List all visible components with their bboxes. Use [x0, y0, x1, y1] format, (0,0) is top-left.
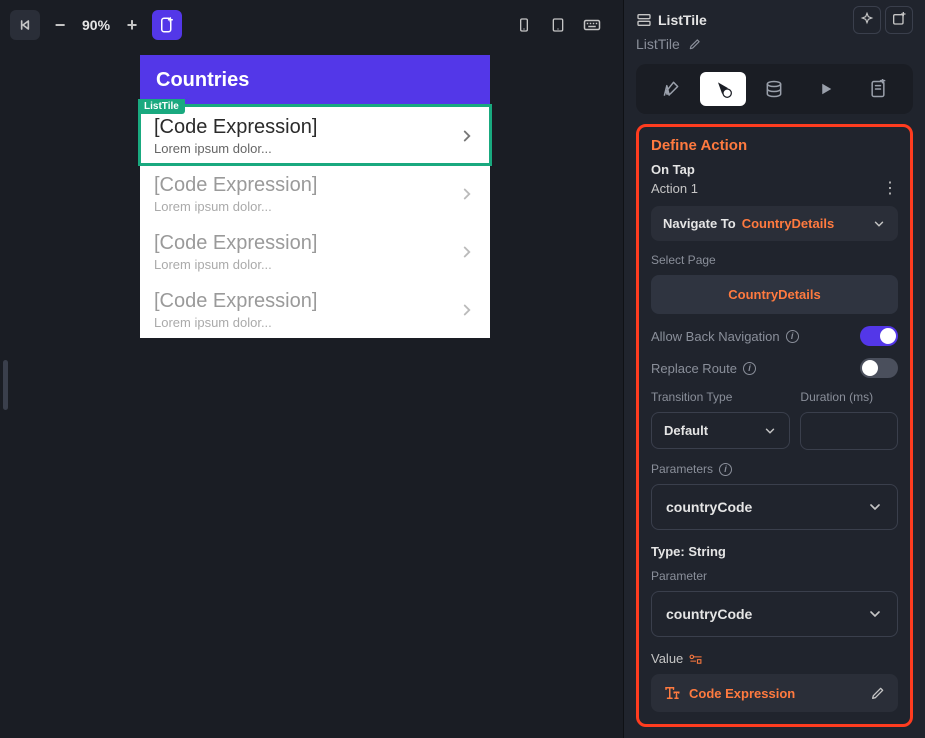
list-item[interactable]: [Code Expression] Lorem ipsum dolor...	[140, 280, 490, 338]
go-start-button[interactable]	[10, 10, 40, 40]
magic-button[interactable]	[853, 6, 881, 34]
list-item-subtitle: Lorem ipsum dolor...	[154, 315, 458, 330]
define-action-title: Define Action	[651, 137, 898, 154]
parameter-item[interactable]: countryCode	[651, 484, 898, 530]
tab-style[interactable]	[648, 72, 694, 106]
add-widget-icon	[891, 12, 907, 28]
info-icon[interactable]: i	[719, 463, 732, 476]
add-to-library-button[interactable]	[885, 6, 913, 34]
zoom-out-button[interactable]: −	[46, 11, 74, 39]
list-item-subtitle: Lorem ipsum dolor...	[154, 141, 458, 156]
edit-name-button[interactable]	[688, 37, 702, 51]
list-item-subtitle: Lorem ipsum dolor...	[154, 199, 458, 214]
go-start-icon	[17, 17, 33, 33]
phone-device-button[interactable]	[509, 10, 539, 40]
app-header: Countries	[140, 55, 490, 106]
select-page-label: Select Page	[651, 253, 898, 267]
side-panel: ListTile ListTile	[623, 0, 925, 738]
tablet-icon	[550, 17, 566, 33]
zoom-value: 90%	[78, 17, 114, 33]
pencil-icon	[870, 685, 886, 701]
scroll-handle[interactable]	[3, 360, 8, 410]
chevron-right-icon	[458, 127, 476, 145]
action-card: Define Action On Tap Action 1 ⋮ Navigate…	[636, 124, 913, 727]
list-item-title: [Code Expression]	[154, 290, 458, 313]
panel-body: Define Action On Tap Action 1 ⋮ Navigate…	[624, 124, 925, 738]
text-type-icon	[663, 684, 681, 702]
zoom-group: − 90% +	[46, 11, 146, 39]
parameter-select[interactable]: countryCode	[651, 591, 898, 637]
tab-actions[interactable]	[700, 72, 746, 106]
action-name: Action 1	[651, 181, 882, 196]
list-items: ListTile[Code Expression]Lorem ipsum dol…	[140, 106, 490, 338]
document-add-icon	[868, 79, 888, 99]
chevron-right-icon	[458, 243, 476, 261]
duration-input[interactable]	[800, 412, 898, 450]
chevron-right-icon	[458, 185, 476, 203]
parameter-label: Parameter	[651, 569, 898, 583]
value-expression-box[interactable]: Code Expression	[651, 674, 898, 712]
tab-docs[interactable]	[855, 72, 901, 106]
transition-select[interactable]: Default	[651, 412, 790, 449]
trigger-label: On Tap	[651, 162, 898, 177]
tab-animations[interactable]	[803, 72, 849, 106]
canvas-area: − 90% + Countries ListTile[Code Expressi	[0, 0, 623, 738]
replace-route-toggle[interactable]	[860, 358, 898, 378]
list-item[interactable]: ListTile[Code Expression]Lorem ipsum dol…	[140, 106, 490, 164]
chevron-down-icon	[872, 217, 886, 231]
info-icon[interactable]: i	[786, 330, 799, 343]
replace-route-label: Replace Route i	[651, 361, 860, 376]
keyboard-icon	[583, 18, 601, 32]
list-item[interactable]: [Code Expression] Lorem ipsum dolor...	[140, 222, 490, 280]
transition-label: Transition Type	[651, 390, 790, 404]
tab-backend[interactable]	[752, 72, 798, 106]
list-item-title: [Code Expression]	[154, 174, 458, 197]
parameters-label: Parameters i	[651, 462, 898, 476]
list-item-title: [Code Expression]	[154, 232, 458, 255]
info-icon[interactable]: i	[743, 362, 756, 375]
top-toolbar: − 90% +	[0, 0, 623, 40]
selected-page-button[interactable]: CountryDetails	[651, 275, 898, 314]
navigate-value: CountryDetails	[742, 216, 866, 231]
chevron-right-icon	[458, 301, 476, 319]
type-text: Type: String	[651, 544, 898, 559]
edit-value-button[interactable]	[870, 685, 886, 701]
device-group	[509, 10, 607, 40]
phone-preview: Countries ListTile[Code Expression]Lorem…	[140, 55, 490, 338]
keyboard-button[interactable]	[577, 10, 607, 40]
add-screen-button[interactable]	[152, 10, 182, 40]
list-item[interactable]: [Code Expression] Lorem ipsum dolor...	[140, 164, 490, 222]
chevron-down-icon	[867, 606, 883, 622]
list-item-title: [Code Expression]	[154, 116, 458, 139]
phone-icon	[516, 17, 532, 33]
navigate-to-selector[interactable]: Navigate To CountryDetails	[651, 206, 898, 241]
database-icon	[764, 79, 784, 99]
sparkle-icon	[859, 12, 875, 28]
widget-type-icon	[636, 12, 652, 28]
panel-header: ListTile ListTile	[624, 0, 925, 56]
widget-name: ListTile	[636, 36, 680, 52]
value-label: Value	[651, 651, 898, 666]
tab-strip	[636, 64, 913, 114]
allow-back-label: Allow Back Navigation i	[651, 329, 860, 344]
ruler-pencil-icon	[661, 79, 681, 99]
add-screen-icon	[158, 16, 176, 34]
list-item-subtitle: Lorem ipsum dolor...	[154, 257, 458, 272]
allow-back-toggle[interactable]	[860, 326, 898, 346]
cursor-action-icon	[713, 79, 733, 99]
chevron-down-icon	[763, 424, 777, 438]
variable-icon[interactable]	[689, 653, 703, 665]
tablet-device-button[interactable]	[543, 10, 573, 40]
panel-widget-type: ListTile	[658, 12, 847, 28]
duration-label: Duration (ms)	[800, 390, 898, 404]
zoom-in-button[interactable]: +	[118, 11, 146, 39]
play-icon	[817, 80, 835, 98]
selection-tag: ListTile	[138, 99, 185, 114]
chevron-down-icon	[867, 499, 883, 515]
pencil-icon	[688, 37, 702, 51]
navigate-label: Navigate To	[663, 216, 736, 231]
